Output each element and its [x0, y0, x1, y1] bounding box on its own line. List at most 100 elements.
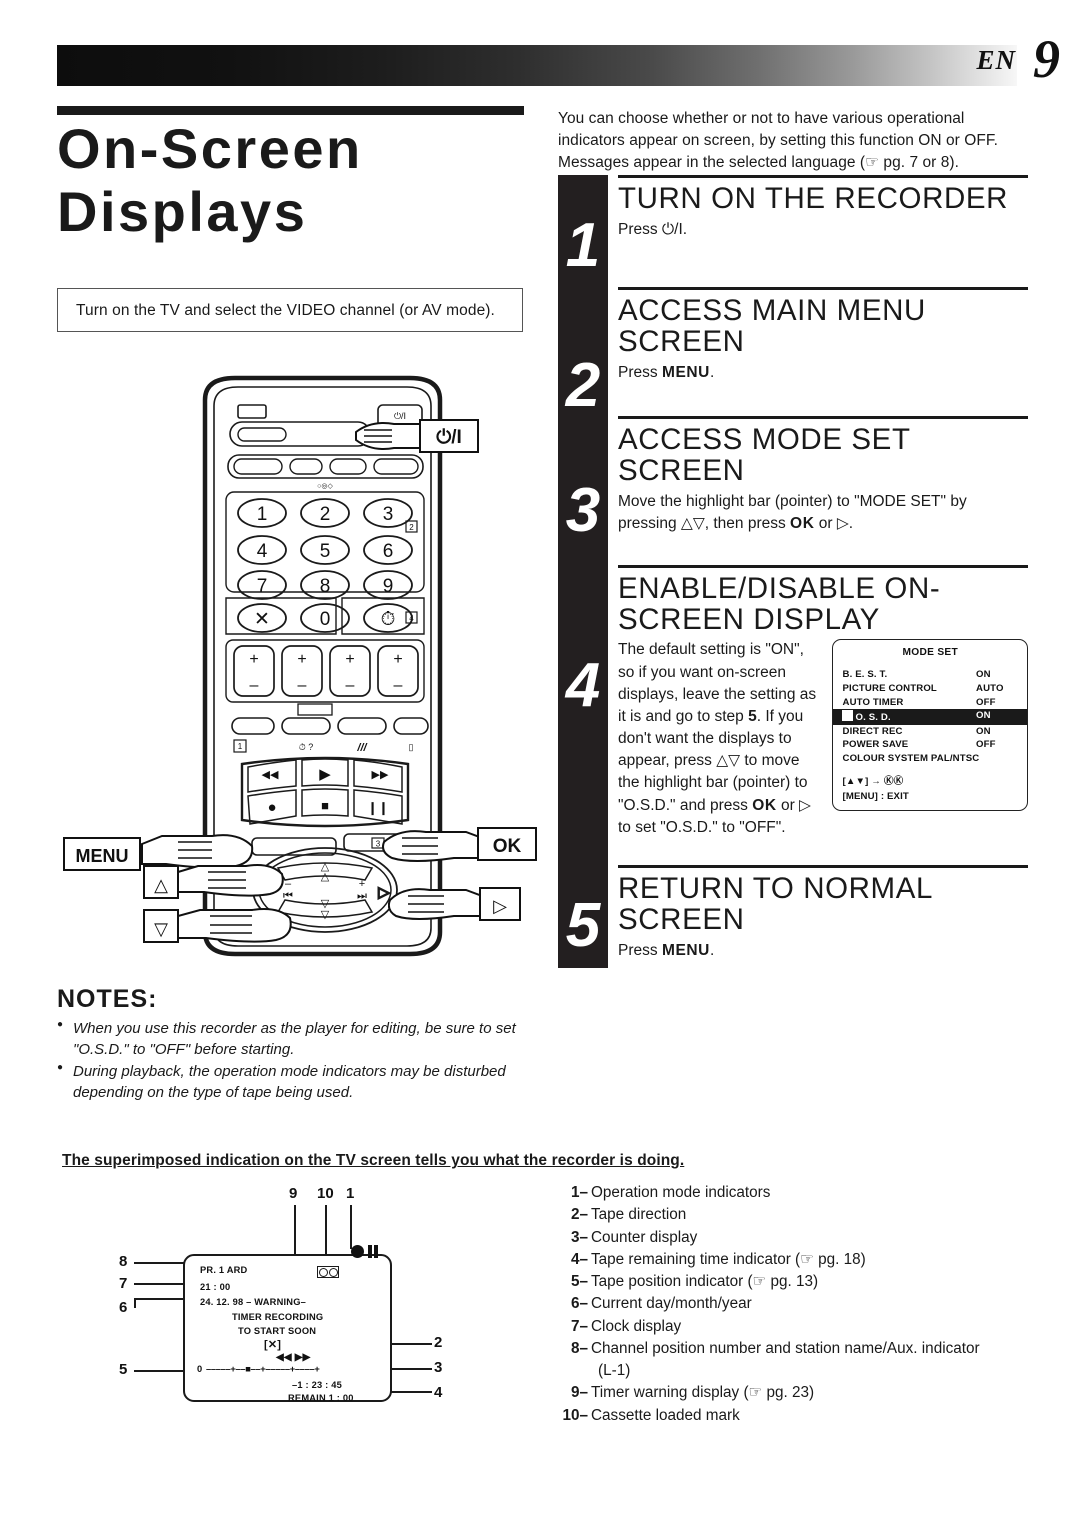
header-gradient-bar [57, 45, 1017, 86]
step-1-heading: TURN ON THE RECORDER [618, 182, 1009, 216]
tv-callout-9: 9 [289, 1185, 298, 1202]
pause-indicator-icon-bar2 [374, 1245, 378, 1258]
step-3: ACCESS MODE SET SCREEN Move the highligh… [618, 415, 1028, 535]
svg-text:✕: ✕ [254, 609, 270, 630]
step-3-rule [618, 415, 1028, 419]
svg-text:+: + [359, 878, 365, 890]
superimposed-heading: The superimposed indication on the TV sc… [62, 1152, 685, 1169]
legend-item: 5– Tape position indicator (☞ pg. 13) [558, 1271, 1038, 1293]
svg-text:+: + [249, 651, 258, 668]
step-1-body: Press ⏻/I. [618, 220, 688, 238]
remote-control-illustration: ⏻/I ○◎◇ 123 456 789 2 ✕ 0 ⏱ 4 + + + + – … [63, 372, 537, 967]
legend-number: 1– [570, 1184, 588, 1201]
legend-item: 7– Clock display [558, 1316, 1038, 1338]
tv-callout-4: 4 [434, 1384, 443, 1401]
svg-text:❙❙: ❙❙ [367, 800, 389, 816]
step-4-body: The default setting is "ON", so if you w… [618, 641, 817, 836]
tv-position-bar: –––––+––■––+–––––+––––+ [206, 1364, 320, 1374]
row-label: POWER SAVE [842, 739, 909, 751]
header-language-code: EN [976, 45, 1016, 75]
svg-text:⏭: ⏭ [357, 890, 367, 902]
svg-text:▽: ▽ [154, 919, 168, 939]
tv-message-line2: TO START SOON [238, 1326, 317, 1336]
step-5-body: Press MENU. [618, 941, 715, 959]
svg-text:▶: ▶ [319, 766, 331, 783]
notes-heading: NOTES: [57, 985, 158, 1013]
mode-set-row-osd-highlighted[interactable]: O. S. D. ON [833, 709, 1027, 725]
svg-text:⏻/I: ⏻/I [436, 427, 462, 448]
row-value: AUTO [976, 683, 1004, 695]
tip-box: Turn on the TV and select the VIDEO chan… [57, 288, 523, 332]
tv-callout-7: 7 [119, 1275, 128, 1292]
legend-desc: Channel position number and station name… [591, 1339, 980, 1357]
svg-text:8: 8 [320, 576, 331, 597]
tv-position-zero: 0 [197, 1364, 203, 1374]
svg-text:▶▶: ▶▶ [372, 769, 389, 781]
row-label: B. E. S. T. [842, 669, 888, 681]
legend-desc: Cassette loaded mark [591, 1406, 740, 1424]
tv-callout-2: 2 [434, 1334, 443, 1351]
page-root: EN 9 On-Screen Displays Turn on the TV a… [0, 0, 1080, 1526]
mode-set-row-direct-rec: DIRECT REC ON [833, 725, 1027, 739]
step-1-rule [618, 175, 1028, 179]
pointer-icon [842, 710, 854, 722]
legend-desc: Operation mode indicators [591, 1184, 771, 1201]
step-3-body: Move the highlight bar (pointer) to "MOD… [618, 492, 967, 532]
leader-line-1 [350, 1205, 352, 1249]
step-number-2: 2 [565, 351, 601, 420]
step-number-3: 3 [565, 476, 601, 545]
page-title-line2: Displays [57, 179, 308, 243]
svg-text:–: – [394, 677, 403, 694]
step-2-rule [618, 286, 1028, 291]
tv-callout-5: 5 [119, 1361, 128, 1378]
step-number-4: 4 [565, 651, 601, 720]
step-5-rule [618, 864, 1028, 869]
legend-desc: Tape position indicator (☞ pg. 13) [591, 1273, 819, 1290]
svg-text:1: 1 [257, 504, 268, 525]
legend-number: 9– [570, 1384, 588, 1402]
tv-remain-text: REMAIN 1 : 00 [288, 1393, 354, 1403]
step-number-1: 1 [565, 211, 601, 280]
row-label: PICTURE CONTROL [842, 683, 937, 695]
tv-callout-1: 1 [346, 1185, 355, 1202]
svg-text:0: 0 [320, 609, 331, 630]
svg-text:+: + [393, 651, 402, 668]
svg-text:+: + [297, 651, 306, 668]
pause-indicator-icon-bar1 [368, 1245, 372, 1258]
svg-text:///: /// [356, 742, 368, 754]
legend-item: 3– Counter display [558, 1227, 1038, 1249]
svg-text:3: 3 [376, 840, 381, 849]
row-value: OFF [976, 696, 996, 708]
legend-item: 6– Current day/month/year [558, 1293, 1038, 1315]
svg-text:■: ■ [321, 798, 329, 813]
row-label-text: O. S. D. [855, 712, 891, 724]
tv-counter-text: –1 : 23 : 45 [292, 1380, 342, 1390]
tv-message-line3: [✕] [264, 1339, 282, 1351]
note-item: During playback, the operation mode indi… [57, 1061, 537, 1103]
legend-item: 4– Tape remaining time indicator (☞ pg. 1… [558, 1249, 1038, 1271]
svg-text:5: 5 [320, 541, 331, 562]
mode-set-row-colour-system: COLOUR SYSTEM PAL/NTSC [842, 753, 980, 765]
svg-text:6: 6 [383, 541, 394, 562]
svg-text:–: – [346, 677, 355, 694]
svg-text:7: 7 [257, 576, 268, 597]
svg-text:●: ● [267, 799, 276, 816]
tv-date-warning-text: 24. 12. 98 – WARNING– [200, 1297, 306, 1307]
step-5-heading: RETURN TO NORMAL SCREEN [618, 872, 932, 937]
row-value: ON [976, 669, 991, 681]
step-1: TURN ON THE RECORDER Press ⏻/I. [618, 175, 1028, 241]
svg-text:⏱ ?: ⏱ ? [299, 742, 314, 752]
legend-list: 1– Operation mode indicators 2– Tape direc… [558, 1182, 1038, 1427]
tv-callout-6: 6 [119, 1299, 128, 1316]
legend-item: 10– Cassette loaded mark [558, 1405, 1038, 1427]
steps-container: TURN ON THE RECORDER Press ⏻/I. ACCESS M… [618, 175, 1028, 975]
mode-set-row-best: B. E. S. T. ON [833, 668, 1027, 682]
row-label: AUTO TIMER [842, 696, 904, 708]
tv-message-line1: TIMER RECORDING [232, 1312, 324, 1322]
svg-text:4: 4 [257, 541, 268, 562]
leader-elbow-6 [134, 1298, 136, 1308]
step-4: ENABLE/DISABLE ON-SCREEN DISPLAY The def… [618, 564, 1028, 839]
mode-set-row-power-save: POWER SAVE OFF [833, 738, 1027, 752]
svg-text:4: 4 [409, 614, 414, 623]
svg-text:+: + [345, 651, 354, 668]
